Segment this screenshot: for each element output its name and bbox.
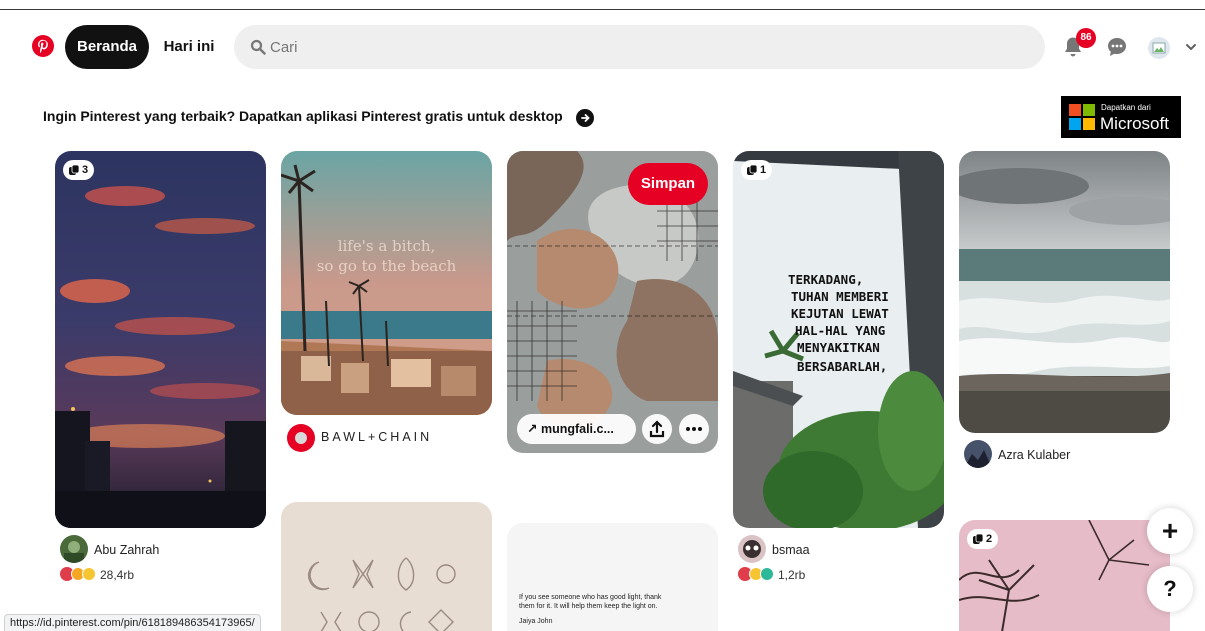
search-icon: [250, 39, 266, 55]
star-reaction-icon: [760, 567, 774, 581]
pinterest-logo-icon[interactable]: [32, 35, 54, 57]
image-placeholder-icon: [1152, 42, 1166, 54]
promo-arrow-right-icon[interactable]: [576, 109, 594, 127]
microsoft-store-badge[interactable]: Dapatkan dari Microsoft: [1061, 96, 1181, 138]
beach-city-image: [281, 151, 492, 415]
pin-count-badge: 1: [741, 160, 773, 180]
pin-sunset[interactable]: 3: [55, 151, 266, 528]
share-upload-icon: [649, 420, 665, 438]
external-link-arrow-icon: ↗: [527, 422, 541, 436]
beach-overlay-line-2: so go to the beach: [316, 257, 457, 275]
nav-home-button[interactable]: Beranda: [65, 25, 149, 69]
card-text-line-1: If you see someone who has good light, t…: [519, 594, 662, 601]
pin-symbols[interactable]: [281, 502, 492, 631]
card-text-line-2: them for it. It will help them keep the …: [519, 603, 658, 610]
pin-source-link[interactable]: ↗ mungfali.c...: [517, 414, 636, 444]
pin-brand-name[interactable]: BAWL+CHAIN: [321, 430, 432, 444]
reactions-row: 1,2rb: [738, 567, 838, 583]
desktop-app-promo-text[interactable]: Ingin Pinterest yang terbaik? Dapatkan a…: [43, 108, 563, 124]
board-stack-icon: [69, 164, 80, 175]
board-stack-icon: [747, 164, 758, 175]
brand-avatar[interactable]: [287, 424, 315, 452]
pin-text-card[interactable]: If you see someone who has good light, t…: [507, 523, 718, 631]
author-avatar: [964, 440, 992, 468]
pin-count-value: 2: [986, 533, 993, 545]
top-navigation: Beranda Hari ini 86: [0, 25, 1205, 69]
board-stack-icon: [973, 533, 984, 544]
quote-line-5: MENYAKITKAN: [797, 340, 880, 355]
ms-badge-big-text: Microsoft: [1100, 114, 1169, 133]
save-pin-button[interactable]: Simpan: [628, 163, 708, 205]
author-name: bsmaa: [772, 543, 810, 557]
pin-sea[interactable]: [959, 151, 1170, 433]
mystic-symbols-image: [281, 502, 492, 631]
pin-author-row[interactable]: Abu Zahrah: [60, 535, 220, 563]
profile-avatar[interactable]: [1148, 37, 1170, 59]
reaction-count: 28,4rb: [100, 568, 135, 582]
microsoft-logo-icon: [1069, 104, 1095, 130]
pin-count-badge: 3: [63, 160, 95, 180]
browser-status-url: https://id.pinterest.com/pin/61818948635…: [4, 614, 261, 631]
pin-count-value: 1: [760, 164, 767, 176]
quote-line-1: TERKADANG,: [788, 272, 864, 287]
pin-author-row[interactable]: bsmaa: [738, 535, 878, 563]
pin-quote[interactable]: 1 TERKADANG, TUHAN MEMBERI KEJUTAN LEWAT…: [733, 151, 944, 528]
ms-badge-small-text: Dapatkan dari: [1101, 103, 1151, 112]
notification-count-badge: 86: [1076, 28, 1096, 48]
pin-source-link-label: mungfali.c...: [540, 422, 614, 436]
quote-line-3: KEJUTAN LEWAT: [791, 306, 889, 321]
reactions-row: 28,4rb: [60, 567, 180, 583]
author-name: Abu Zahrah: [94, 543, 160, 557]
window-top-border: [0, 9, 1205, 10]
more-options-button[interactable]: [679, 414, 709, 444]
beach-overlay-line-1: life's a bitch,: [337, 237, 436, 255]
sea-waves-image: [959, 151, 1170, 433]
pin-count-badge: 2: [967, 529, 999, 549]
nav-today-button[interactable]: Hari ini: [160, 25, 218, 69]
author-name: Azra Kulaber: [998, 448, 1071, 462]
sunset-sky-image: [55, 151, 266, 528]
pin-tree[interactable]: 2: [959, 520, 1170, 631]
pin-count-value: 3: [82, 164, 89, 176]
search-bar[interactable]: [234, 25, 1045, 69]
account-menu-chevron-down-icon[interactable]: [1184, 40, 1198, 54]
share-pin-button[interactable]: [642, 414, 672, 444]
author-avatar: [60, 535, 88, 563]
reaction-count: 1,2rb: [778, 568, 806, 582]
smile-reaction-icon: [82, 567, 96, 581]
pin-author-row[interactable]: Azra Kulaber: [964, 440, 1124, 468]
quote-line-4: HAL-HAL YANG: [795, 323, 886, 338]
create-plus-button[interactable]: +: [1147, 508, 1193, 554]
pin-beach[interactable]: life's a bitch, so go to the beach: [281, 151, 492, 415]
messages-icon[interactable]: [1105, 35, 1129, 59]
quote-line-6: BERSABARLAH,: [797, 359, 888, 374]
pin-abstract-hovered[interactable]: Simpan ↗ mungfali.c...: [507, 151, 718, 453]
author-avatar: [738, 535, 766, 563]
card-author-line: Jaiya John: [519, 618, 553, 625]
search-input[interactable]: [270, 25, 1030, 69]
help-button[interactable]: ?: [1147, 566, 1193, 612]
quote-line-2: TUHAN MEMBERI: [791, 289, 889, 304]
more-dots-icon: [686, 427, 702, 431]
